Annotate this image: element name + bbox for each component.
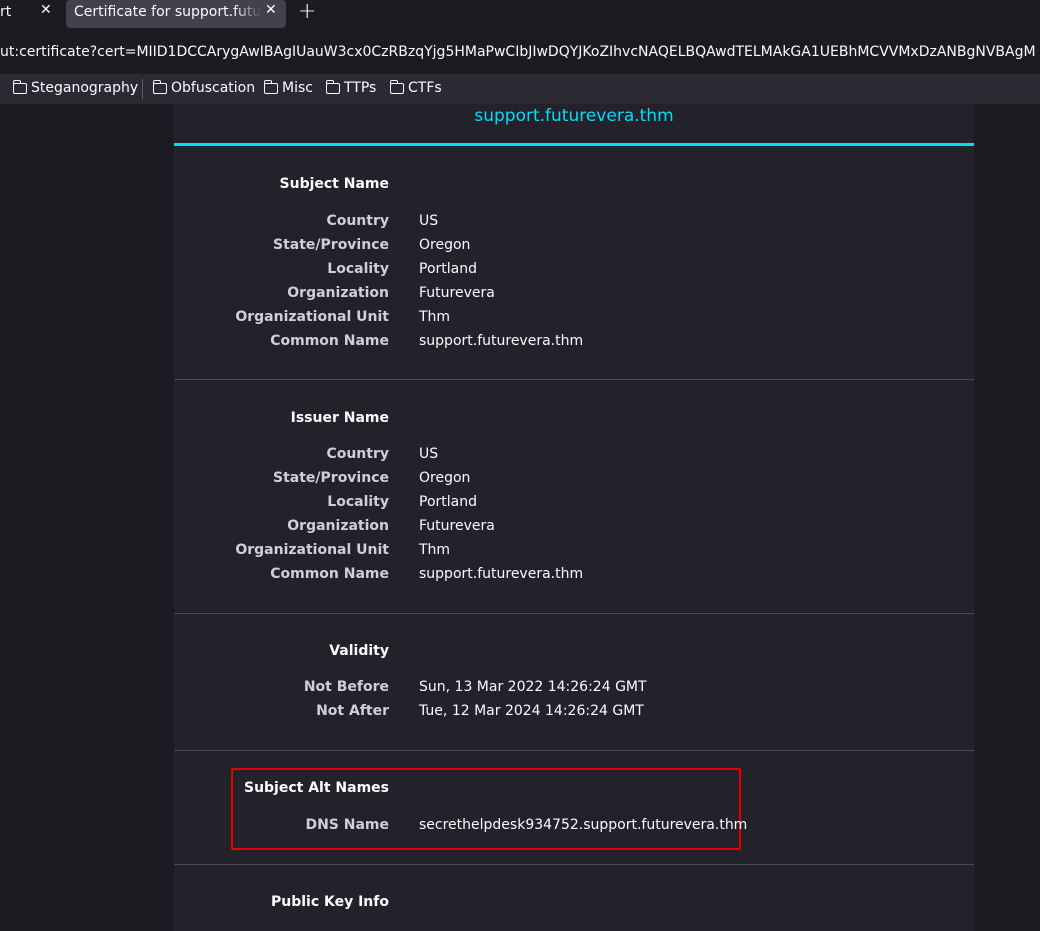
issuer-common-name-value: support.futurevera.thm [419,566,584,582]
toolbar-separator [142,79,143,99]
tab-certificate[interactable]: Certificate for support.futurevera.thm ✕ [66,0,286,28]
issuer-organization-label: Organization [287,518,389,534]
bookmark-folder-misc[interactable]: Misc [263,79,313,96]
subject-common-name-value: support.futurevera.thm [419,333,584,349]
tab-previous[interactable]: rt ✕ [0,0,62,30]
issuer-org-unit-value: Thm [419,542,451,558]
validity-title: Validity [329,643,389,659]
public-key-info-title: Public Key Info [270,894,389,910]
subject-locality-label: Locality [327,261,389,277]
subject-organization-label: Organization [287,285,389,301]
new-tab-plus-icon[interactable]: + [298,0,316,24]
folder-icon [325,79,340,94]
subject-state-label: State/Province [273,237,389,253]
issuer-locality-value: Portland [419,494,477,510]
subject-name-title: Subject Name [279,176,389,192]
bookmark-label: Steganography [31,80,139,96]
issuer-state-value: Oregon [419,470,471,486]
subject-locality-value: Portland [419,261,477,277]
subject-state-value: Oregon [419,237,471,253]
section-divider [174,864,974,865]
subject-alt-names-title: Subject Alt Names [243,780,389,796]
subject-common-name-label: Common Name [270,333,389,349]
subject-org-unit-value: Thm [419,309,451,325]
dns-name-label: DNS Name [305,817,389,833]
bookmark-folder-ttps[interactable]: TTPs [325,79,377,96]
bookmark-label: Misc [282,80,313,96]
subject-org-unit-label: Organizational Unit [235,309,389,325]
not-before-label: Not Before [303,679,389,695]
issuer-org-unit-label: Organizational Unit [235,542,389,558]
folder-icon [12,79,27,94]
tab-label: Certificate for support.futurevera.thm [74,4,262,20]
folder-icon [263,79,278,94]
bookmark-label: Obfuscation [171,80,256,96]
issuer-country-value: US [419,446,439,462]
bookmark-folder-ctfs[interactable]: CTFs [389,79,442,96]
issuer-organization-value: Futurevera [419,518,495,534]
section-divider [174,750,974,751]
tab-label: rt [0,4,12,20]
bookmark-folder-obfuscation[interactable]: Obfuscation [152,79,256,96]
not-after-value: Tue, 12 Mar 2024 14:26:24 GMT [419,703,644,719]
not-before-value: Sun, 13 Mar 2022 14:26:24 GMT [419,679,647,695]
certificate-hostname: support.futurevera.thm [474,106,674,126]
certificate-panel: support.futurevera.thm Subject Name Coun… [174,104,974,931]
not-after-label: Not After [316,703,389,719]
issuer-name-title: Issuer Name [290,410,389,426]
subject-organization-value: Futurevera [419,285,495,301]
hostname-underline [174,143,974,146]
bookmark-folder-steganography[interactable]: Steganography [12,79,139,96]
bookmarks-toolbar: Steganography Obfuscation Misc TTPs CTFs [0,74,1040,104]
section-divider [174,613,974,614]
issuer-locality-label: Locality [327,494,389,510]
folder-icon [152,79,167,94]
issuer-state-label: State/Province [273,470,389,486]
dns-name-value: secrethelpdesk934752.support.futurevera.… [419,817,748,833]
tab-strip: rt ✕ Certificate for support.futurevera.… [0,0,1040,30]
url-text[interactable]: ut:certificate?cert=MIID1DCCArygAwIBAgIU… [0,44,1036,60]
section-divider [174,379,974,380]
subject-country-label: Country [326,213,389,229]
bookmark-label: TTPs [344,80,377,96]
issuer-common-name-label: Common Name [270,566,389,582]
address-bar[interactable]: ut:certificate?cert=MIID1DCCArygAwIBAgIU… [0,34,1040,72]
certificate-viewer: support.futurevera.thm Subject Name Coun… [0,104,1040,931]
close-icon[interactable]: ✕ [40,2,52,18]
subject-country-value: US [419,213,439,229]
close-icon[interactable]: ✕ [265,2,277,18]
folder-icon [389,79,404,94]
issuer-country-label: Country [326,446,389,462]
bookmark-label: CTFs [408,80,442,96]
